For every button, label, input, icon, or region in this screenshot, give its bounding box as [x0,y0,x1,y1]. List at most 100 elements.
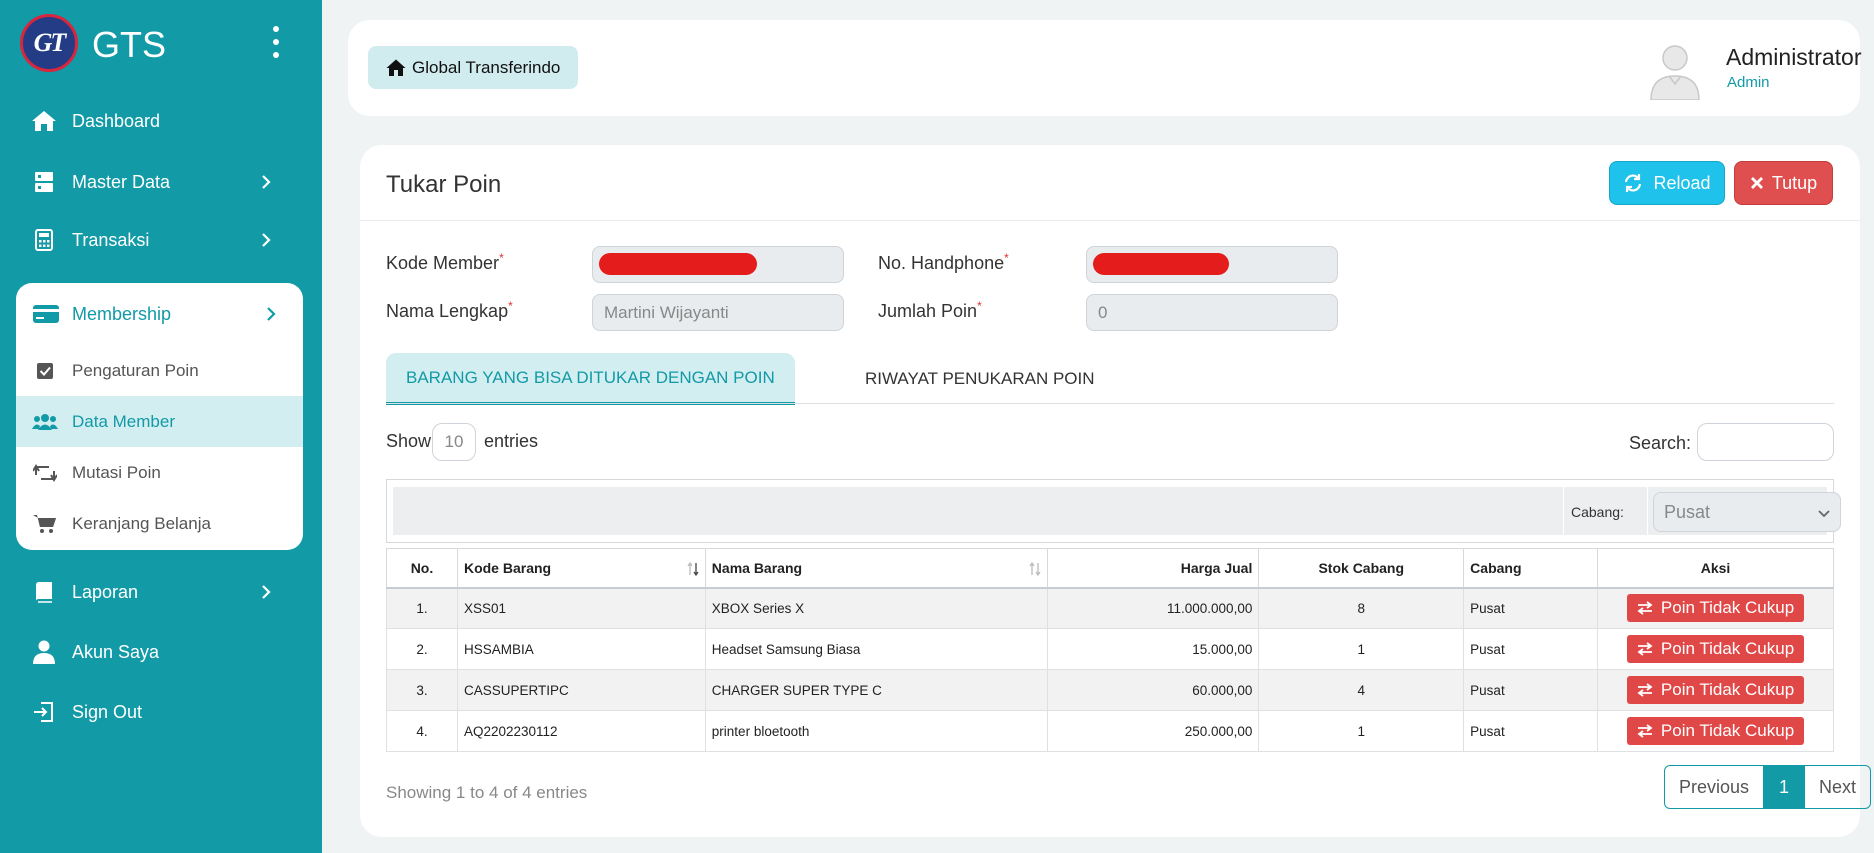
sidebar-subitem-data-member[interactable]: Data Member [16,396,303,447]
sidebar-item-akun-saya[interactable]: Akun Saya [30,632,280,672]
col-aksi[interactable]: Aksi [1597,548,1834,589]
sort-icon [687,561,699,577]
user-name: Administrator [1726,44,1862,70]
button-label: Poin Tidak Cukup [1660,680,1795,699]
page-1-button[interactable]: 1 [1764,766,1804,808]
col-harga-jual[interactable]: Harga Jual [1047,548,1260,589]
sidebar-item-dashboard[interactable]: Dashboard [30,101,280,141]
calculator-icon [30,226,58,254]
redaction-mark [599,253,757,275]
sidebar-item-sign-out[interactable]: Sign Out [30,692,280,732]
previous-button[interactable]: Previous [1665,766,1764,808]
server-icon [30,168,58,196]
kode-member-label: Kode Member* [386,251,504,273]
jumlah-poin-label: Jumlah Poin* [878,299,982,321]
sidebar-subitem-keranjang-belanja[interactable]: Keranjang Belanja [16,498,303,549]
col-kode-barang[interactable]: Kode Barang [456,548,706,589]
cell-cabang: Pusat [1463,587,1599,629]
col-no[interactable]: No. [386,548,458,589]
filter-bar: Cabang: Pusat [386,479,1841,543]
cell-aksi: Poin Tidak Cukup [1597,669,1834,711]
cell-kode: XSS01 [456,587,706,629]
sidebar-subitem-mutasi-poin[interactable]: Mutasi Poin [16,447,303,498]
col-label: Kode Barang [463,559,552,576]
cell-cabang: Pusat [1463,669,1599,711]
poin-tidak-cukup-button[interactable]: Poin Tidak Cukup [1626,594,1805,623]
show-label: Show [386,431,432,451]
sidebar-subitem-pengaturan-poin[interactable]: Pengaturan Poin [16,345,303,396]
poin-tidak-cukup-button[interactable]: Poin Tidak Cukup [1626,676,1805,704]
col-cabang[interactable]: Cabang [1463,548,1599,589]
cell-harga: 15.000,00 [1047,628,1260,670]
table-header-row: No. Kode Barang Nama Barang Harga Jual S… [386,548,1834,589]
poin-tidak-cukup-button[interactable]: Poin Tidak Cukup [1626,717,1805,745]
button-label: Poin Tidak Cukup [1660,721,1795,740]
reload-button[interactable]: Reload [1609,161,1725,205]
sidebar-item-transaksi[interactable]: Transaksi [30,220,280,260]
table-row: 4. AQ2202230112 printer bloetooth 250.00… [386,710,1834,752]
divider [1563,487,1564,535]
cell-harga: 60.000,00 [1047,669,1260,711]
cell-kode: CASSUPERTIPC [456,669,706,711]
cell-stok: 1 [1258,710,1465,752]
sidebar-item-label: Membership [72,303,172,324]
col-stok-cabang[interactable]: Stok Cabang [1258,548,1465,589]
cabang-select[interactable]: Pusat [1653,492,1841,532]
chevron-right-icon [262,585,271,599]
close-icon [1750,177,1763,189]
kode-member-field[interactable] [592,246,844,283]
nama-lengkap-field[interactable]: Martini Wijayanti [592,294,844,331]
button-label: Poin Tidak Cukup [1660,639,1795,658]
cabang-label: Cabang: [1571,504,1624,520]
tab-barang-tukar[interactable]: BARANG YANG BISA DITUKAR DENGAN POIN [386,353,795,405]
sidebar-subitem-label: Data Member [72,411,175,431]
brand-logo[interactable]: GT [20,14,78,72]
no-handphone-field[interactable] [1086,246,1338,283]
jumlah-poin-field[interactable]: 0 [1086,294,1338,331]
redaction-mark [1093,253,1229,275]
filter-inner: Cabang: Pusat [393,487,1841,535]
tab-riwayat-penukaran[interactable]: RIWAYAT PENUKARAN POIN [845,353,1115,405]
close-button[interactable]: Tutup [1734,161,1833,205]
cell-harga: 11.000.000,00 [1047,587,1260,629]
sidebar-item-membership[interactable]: Membership [16,283,303,345]
cell-no: 1. [386,587,458,629]
check-square-icon [32,358,58,384]
poin-tidak-cukup-button[interactable]: Poin Tidak Cukup [1626,635,1805,663]
cell-aksi: Poin Tidak Cukup [1597,710,1834,752]
cell-no: 3. [386,669,458,711]
cell-aksi: Poin Tidak Cukup [1597,628,1834,670]
logo-text: GT [33,28,67,57]
sidebar-subitem-label: Pengaturan Poin [72,360,199,380]
close-label: Tutup [1771,172,1818,193]
items-table: No. Kode Barang Nama Barang Harga Jual S… [386,548,1834,752]
sidebar-subitem-label: Keranjang Belanja [72,513,211,533]
chevron-right-icon [267,307,276,321]
divider [1647,487,1648,535]
nama-lengkap-label: Nama Lengkap* [386,299,513,321]
kebab-menu-icon[interactable] [270,26,282,58]
sidebar-item-label: Master Data [72,171,171,192]
top-bar: Global Transferindo Administrator Admin [348,20,1862,116]
sidebar-item-label: Laporan [72,581,139,602]
cell-stok: 4 [1258,669,1465,711]
sidebar-item-master-data[interactable]: Master Data [30,162,280,202]
cell-cabang: Pusat [1463,710,1599,752]
table-row: 1. XSS01 XBOX Series X 11.000.000,00 8 P… [386,587,1834,629]
user-icon [30,638,58,666]
next-button[interactable]: Next [1804,766,1870,808]
sidebar-item-laporan[interactable]: Laporan [30,572,280,612]
entries-select[interactable]: 10 [432,423,476,461]
book-icon [30,578,58,606]
refresh-icon [1625,174,1642,192]
exchange-icon [1637,601,1653,615]
avatar[interactable] [1644,38,1706,100]
col-nama-barang[interactable]: Nama Barang [704,548,1049,589]
shopping-cart-icon [32,511,58,537]
search-input[interactable] [1697,423,1834,461]
cell-nama: XBOX Series X [704,587,1049,629]
breadcrumb[interactable]: Global Transferindo [368,46,579,89]
sidebar-item-label: Dashboard [72,110,161,131]
cell-no: 4. [386,710,458,752]
col-label: Nama Barang [711,559,803,576]
